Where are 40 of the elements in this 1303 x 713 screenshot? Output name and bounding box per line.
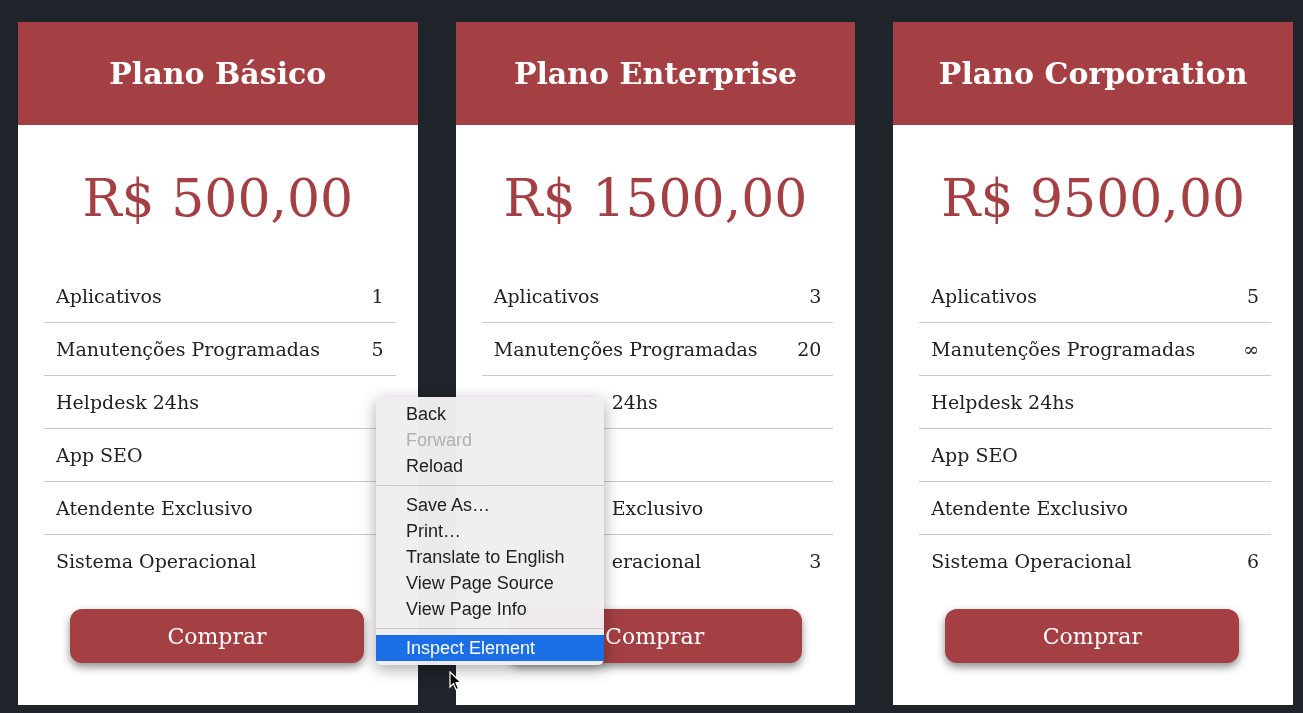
menu-item[interactable]: Back — [376, 401, 604, 427]
feature-label: Aplicativos — [56, 285, 162, 307]
feature-label: Manutenções Programadas — [56, 338, 320, 360]
plan-title: Plano Corporation — [938, 56, 1248, 91]
menu-item[interactable]: View Page Source — [376, 570, 604, 596]
plan-title: Plano Básico — [109, 56, 327, 91]
plan-price: R$ 500,00 — [81, 166, 355, 230]
buy-button[interactable]: Comprar — [945, 609, 1240, 663]
feature-value: 3 — [809, 285, 822, 307]
feature-label: Helpdesk 24hs — [931, 391, 1075, 413]
feature-label: 24hs — [611, 391, 658, 413]
plan-title: Plano Enterprise — [513, 56, 798, 91]
menu-item[interactable]: Print… — [376, 518, 604, 544]
feature-label: Aplicativos — [493, 285, 600, 307]
menu-item[interactable]: Inspect Element — [376, 635, 604, 661]
menu-item[interactable]: Translate to English — [376, 544, 604, 570]
menu-item[interactable]: Reload — [376, 453, 604, 479]
feature-label: eracional — [611, 550, 702, 572]
feature-value: 20 — [797, 338, 822, 360]
feature-value: 5 — [371, 338, 384, 360]
feature-value: ∞ — [1243, 338, 1259, 360]
feature-label: Aplicativos — [931, 285, 1037, 307]
feature-value: 5 — [1246, 285, 1259, 307]
feature-label: Manutenções Programadas — [931, 338, 1196, 360]
feature-label: App SEO — [931, 444, 1018, 466]
feature-label: Exclusivo — [611, 497, 704, 519]
menu-item[interactable]: Save As… — [376, 492, 604, 518]
buy-button[interactable]: Comprar — [70, 609, 364, 663]
feature-value: 6 — [1246, 550, 1259, 572]
feature-label: Sistema Operacional — [931, 550, 1132, 572]
feature-label: Atendente Exclusivo — [56, 497, 253, 519]
plan-price: R$ 9500,00 — [940, 166, 1247, 230]
feature-value: 1 — [371, 285, 384, 307]
feature-label: Helpdesk 24hs — [56, 391, 199, 413]
feature-label: Manutenções Programadas — [493, 338, 758, 360]
feature-label: Atendente Exclusivo — [931, 497, 1128, 519]
feature-value: 3 — [809, 550, 822, 572]
plan-price: R$ 1500,00 — [502, 166, 809, 230]
feature-label: Sistema Operacional — [56, 550, 257, 572]
feature-label: App SEO — [56, 444, 143, 466]
